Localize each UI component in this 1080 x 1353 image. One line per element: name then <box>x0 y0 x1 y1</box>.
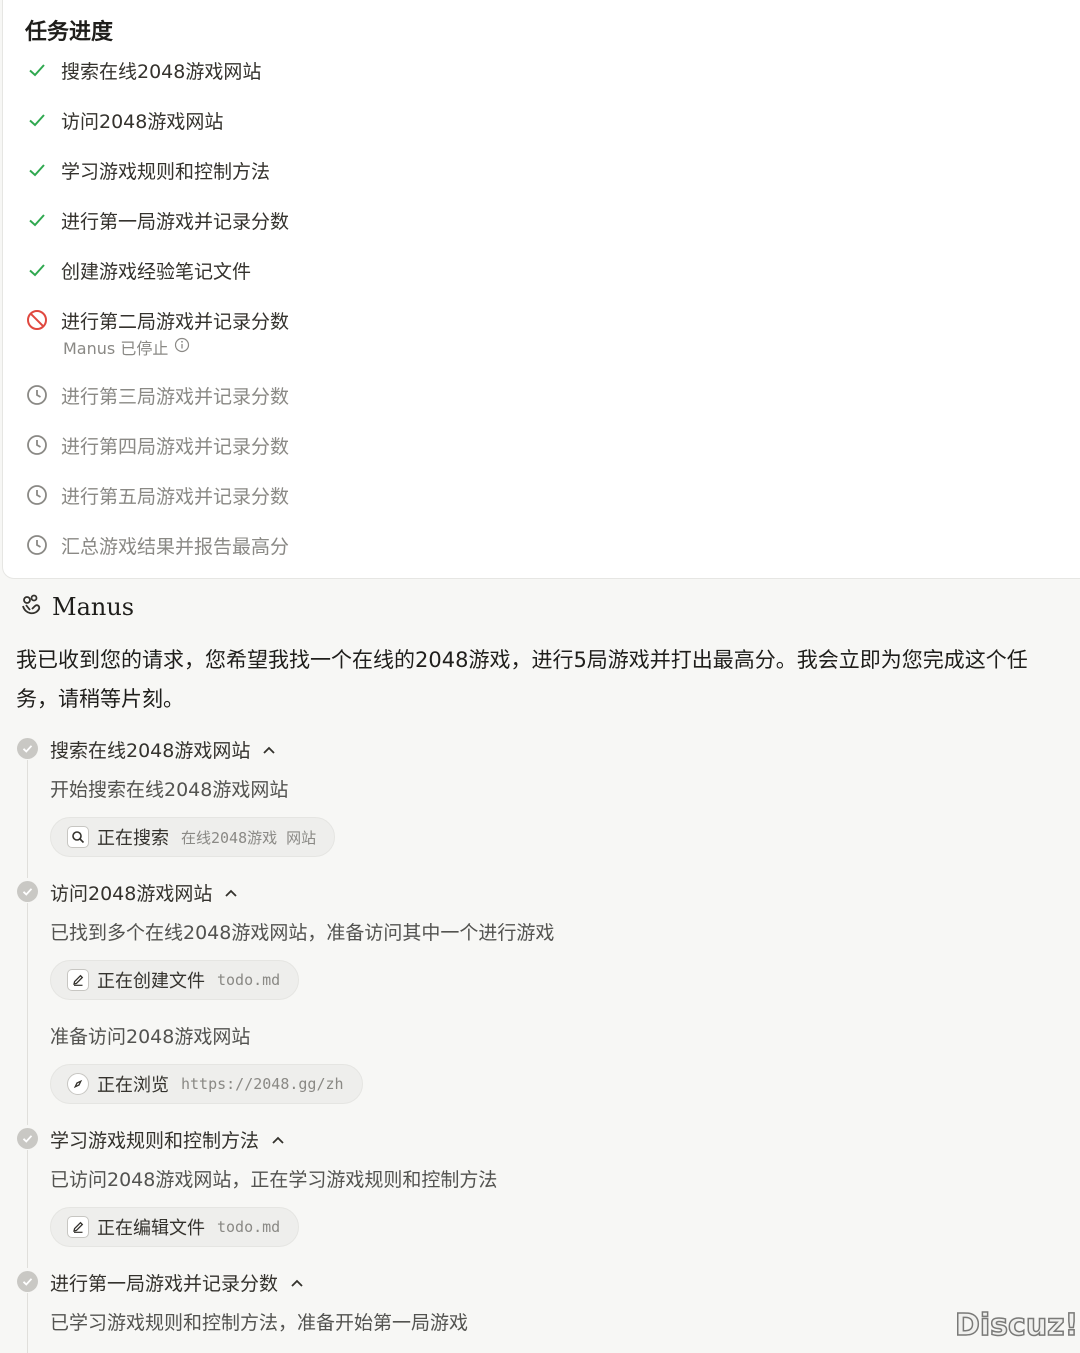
clock-icon <box>25 433 49 457</box>
task-item-stopped: 进行第二局游戏并记录分数 <box>25 305 289 335</box>
step-description: 开始搜索在线2048游戏网站 <box>50 779 289 801</box>
step-check-icon <box>17 738 38 759</box>
check-icon <box>25 58 49 82</box>
step-check-icon <box>17 1128 38 1149</box>
task-progress-panel: 任务进度 搜索在线2048游戏网站 访问2048游戏网站 学习游戏规则和控制方法… <box>2 0 1080 579</box>
tool-action-pill[interactable]: 正在搜索 在线2048游戏 网站 <box>50 817 336 857</box>
step-description: 准备访问2048游戏网站 <box>50 1026 251 1048</box>
step-check-icon <box>17 881 38 902</box>
tool-action-pill[interactable]: 正在编辑文件 todo.md <box>50 1207 300 1247</box>
check-icon <box>25 108 49 132</box>
step-description: 已找到多个在线2048游戏网站，准备访问其中一个进行游戏 <box>50 922 555 944</box>
task-panel-title: 任务进度 <box>25 20 114 45</box>
step-check-icon <box>17 1271 38 1292</box>
chevron-up-icon[interactable] <box>224 886 238 900</box>
compass-icon <box>67 1073 89 1095</box>
task-item-pending: 进行第三局游戏并记录分数 <box>25 380 289 410</box>
task-label: 访问2048游戏网站 <box>61 110 224 133</box>
task-label: 进行第一局游戏并记录分数 <box>61 210 290 233</box>
clock-icon <box>25 383 49 407</box>
step-header[interactable]: 搜索在线2048游戏网站 <box>50 736 276 763</box>
watermark: Discuz! <box>954 1307 1079 1344</box>
task-label: 进行第四局游戏并记录分数 <box>61 435 290 458</box>
task-item: 创建游戏经验笔记文件 <box>25 255 251 285</box>
stopped-note-text: Manus 已停止 <box>63 339 169 358</box>
chevron-up-icon[interactable] <box>271 1133 285 1147</box>
timeline-connector <box>27 903 28 1125</box>
edit-icon <box>67 1216 89 1238</box>
tool-action-label: 正在浏览 <box>97 1075 169 1096</box>
tool-action-arg: todo.md <box>217 971 281 989</box>
step-description: 已访问2048游戏网站，正在学习游戏规则和控制方法 <box>50 1169 498 1191</box>
tool-action-arg: 在线2048游戏 网站 <box>181 828 317 847</box>
step-description: 已学习游戏规则和控制方法，准备开始第一局游戏 <box>50 1312 469 1334</box>
task-item-pending: 进行第五局游戏并记录分数 <box>25 480 289 510</box>
step-title: 访问2048游戏网站 <box>50 883 213 905</box>
step-header[interactable]: 访问2048游戏网站 <box>50 879 238 906</box>
step-title: 进行第一局游戏并记录分数 <box>50 1273 279 1295</box>
chevron-up-icon[interactable] <box>262 743 276 757</box>
clock-icon <box>25 483 49 507</box>
task-label: 搜索在线2048游戏网站 <box>61 60 262 83</box>
manus-logo-icon <box>18 592 44 622</box>
tool-action-arg: todo.md <box>217 1218 281 1236</box>
task-item-pending: 汇总游戏结果并报告最高分 <box>25 530 289 560</box>
task-label: 创建游戏经验笔记文件 <box>61 260 252 283</box>
task-label: 进行第三局游戏并记录分数 <box>61 385 290 408</box>
timeline-connector <box>27 760 28 878</box>
task-label: 进行第二局游戏并记录分数 <box>61 310 290 333</box>
timeline-connector <box>27 1150 28 1268</box>
info-icon[interactable] <box>174 337 190 357</box>
stop-icon <box>25 308 49 332</box>
tool-action-pill[interactable]: 正在浏览 https://2048.gg/zh <box>50 1064 363 1104</box>
search-icon <box>67 826 89 848</box>
stopped-note: Manus 已停止 <box>63 335 190 359</box>
agent-message: 我已收到您的请求，您希望我找一个在线的2048游戏，进行5局游戏并打出最高分。我… <box>16 648 1028 711</box>
clock-icon <box>25 533 49 557</box>
agent-name: Manus <box>52 593 135 621</box>
tool-action-label: 正在搜索 <box>97 828 169 849</box>
check-icon <box>25 208 49 232</box>
tool-action-pill[interactable]: 正在创建文件 todo.md <box>50 960 300 1000</box>
chevron-up-icon[interactable] <box>290 1276 304 1290</box>
edit-icon <box>67 969 89 991</box>
step-header[interactable]: 进行第一局游戏并记录分数 <box>50 1269 304 1296</box>
task-label: 汇总游戏结果并报告最高分 <box>61 535 290 558</box>
tool-action-label: 正在编辑文件 <box>97 1218 205 1239</box>
task-item: 学习游戏规则和控制方法 <box>25 155 270 185</box>
check-icon <box>25 258 49 282</box>
task-label: 进行第五局游戏并记录分数 <box>61 485 290 508</box>
tool-action-label: 正在创建文件 <box>97 971 205 992</box>
task-item-pending: 进行第四局游戏并记录分数 <box>25 430 289 460</box>
check-icon <box>25 158 49 182</box>
tool-action-arg: https://2048.gg/zh <box>181 1075 344 1093</box>
step-header[interactable]: 学习游戏规则和控制方法 <box>50 1126 285 1153</box>
step-title: 搜索在线2048游戏网站 <box>50 740 251 762</box>
task-item: 搜索在线2048游戏网站 <box>25 55 261 85</box>
task-item: 进行第一局游戏并记录分数 <box>25 205 289 235</box>
task-label: 学习游戏规则和控制方法 <box>61 160 271 183</box>
timeline-connector <box>27 1293 28 1353</box>
step-title: 学习游戏规则和控制方法 <box>50 1130 260 1152</box>
task-item: 访问2048游戏网站 <box>25 105 223 135</box>
manus-header: Manus <box>18 592 134 622</box>
